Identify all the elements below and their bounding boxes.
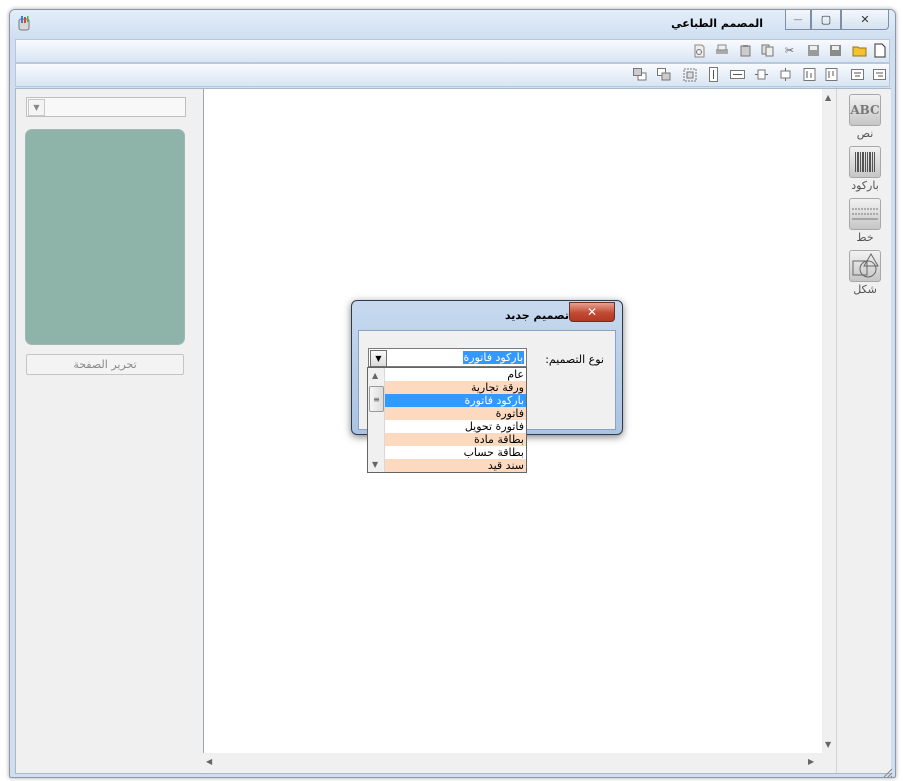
send-to-back-icon[interactable] bbox=[632, 67, 647, 82]
same-height-icon[interactable] bbox=[706, 67, 721, 82]
dialog-close-button[interactable]: ✕ bbox=[569, 302, 615, 322]
tool-line[interactable]: خط bbox=[843, 198, 887, 244]
design-type-label: نوع التصميم: bbox=[545, 353, 604, 366]
page-combo[interactable]: ▼ bbox=[26, 97, 186, 117]
toolbar-layout bbox=[15, 63, 890, 87]
align-center-icon[interactable] bbox=[850, 67, 865, 82]
restore-button[interactable]: ▢ bbox=[811, 10, 841, 30]
close-button[interactable]: ✕ bbox=[841, 10, 889, 30]
shape-icon bbox=[849, 250, 881, 282]
dropdown-scrollbar[interactable]: ▲ ≡ ▼ bbox=[368, 368, 385, 472]
chevron-down-icon[interactable]: ▼ bbox=[370, 350, 387, 367]
dropdown-option[interactable]: فاتورة تحويل bbox=[385, 420, 526, 433]
tool-barcode-label: باركود bbox=[851, 179, 879, 192]
dropdown-option[interactable]: فاتورة bbox=[385, 407, 526, 420]
title-bar: المصمم الطباعي — ▢ ✕ bbox=[10, 10, 895, 38]
tool-line-label: خط bbox=[856, 231, 874, 244]
open-folder-icon[interactable] bbox=[852, 43, 867, 58]
scroll-down-icon[interactable]: ▼ bbox=[372, 460, 378, 469]
tool-shape-label: شكل bbox=[853, 283, 877, 296]
scroll-thumb[interactable]: ≡ bbox=[369, 386, 384, 412]
restore-icon: ▢ bbox=[820, 13, 832, 26]
horizontal-scrollbar[interactable]: ◀ ▶ bbox=[203, 753, 836, 771]
left-panel: ▼ تحرير الصفحة bbox=[16, 89, 201, 773]
edit-page-button[interactable]: تحرير الصفحة bbox=[26, 354, 184, 375]
dropdown-option-selected[interactable]: باركود فاتورة bbox=[385, 394, 526, 407]
print-icon[interactable] bbox=[714, 43, 729, 58]
tool-text-label: نص bbox=[856, 127, 874, 140]
dialog-title: تصميم جديد bbox=[504, 309, 569, 322]
same-size-icon[interactable] bbox=[682, 67, 697, 82]
bring-to-front-icon[interactable] bbox=[656, 67, 671, 82]
same-width-icon[interactable] bbox=[730, 67, 745, 82]
dropdown-option[interactable]: عام bbox=[385, 368, 526, 381]
resize-grip-icon[interactable] bbox=[881, 763, 893, 777]
text-abc-glyph: ABC bbox=[850, 103, 880, 117]
scroll-up-icon[interactable]: ▲ bbox=[825, 93, 831, 102]
align-top-icon[interactable] bbox=[802, 67, 817, 82]
copy-icon[interactable] bbox=[760, 43, 775, 58]
tools-panel: ABC نص باركود خط شكل bbox=[836, 89, 891, 773]
dropdown-items: عام ورقة تجارية باركود فاتورة فاتورة فات… bbox=[385, 368, 526, 472]
line-icon bbox=[849, 198, 881, 230]
minimize-icon: — bbox=[793, 14, 803, 25]
dropdown-option[interactable]: ورقة تجارية bbox=[385, 381, 526, 394]
save-as-icon[interactable] bbox=[806, 43, 821, 58]
tool-barcode[interactable]: باركود bbox=[843, 146, 887, 192]
vertical-scrollbar[interactable]: ▲ ▼ bbox=[822, 89, 836, 753]
print-preview-icon[interactable] bbox=[692, 43, 707, 58]
scroll-down-icon[interactable]: ▼ bbox=[825, 740, 831, 749]
chevron-down-icon[interactable]: ▼ bbox=[28, 99, 45, 116]
app-icon[interactable] bbox=[16, 15, 32, 31]
design-type-value: باركود فاتورة bbox=[462, 351, 524, 364]
align-left-icon[interactable] bbox=[824, 67, 839, 82]
toolbar-file: ✂ bbox=[15, 39, 890, 63]
dialog-close-icon: ✕ bbox=[586, 305, 598, 319]
barcode-icon bbox=[849, 146, 881, 178]
cut-icon[interactable]: ✂ bbox=[782, 43, 797, 58]
new-file-icon[interactable] bbox=[872, 43, 887, 58]
tool-text[interactable]: ABC نص bbox=[843, 94, 887, 140]
scroll-left-icon[interactable]: ◀ bbox=[206, 757, 212, 766]
save-icon[interactable] bbox=[828, 43, 843, 58]
design-type-dropdown[interactable]: ▲ ≡ ▼ عام ورقة تجارية باركود فاتورة فاتو… bbox=[367, 367, 527, 473]
text-abc-icon: ABC bbox=[849, 94, 881, 126]
scroll-right-icon[interactable]: ▶ bbox=[808, 757, 814, 766]
design-type-combo[interactable]: ▼ باركود فاتورة bbox=[368, 348, 527, 367]
dropdown-option[interactable]: بطاقة مادة bbox=[385, 433, 526, 446]
close-icon: ✕ bbox=[860, 13, 870, 26]
dropdown-option[interactable]: سند قيد bbox=[385, 459, 526, 472]
page-preview bbox=[25, 129, 185, 345]
window-title: المصمم الطباعي bbox=[671, 17, 763, 30]
minimize-button[interactable]: — bbox=[785, 10, 811, 30]
scroll-up-icon[interactable]: ▲ bbox=[372, 371, 378, 380]
center-vertical-icon[interactable] bbox=[754, 67, 769, 82]
tool-shape[interactable]: شكل bbox=[843, 250, 887, 296]
paste-icon[interactable] bbox=[738, 43, 753, 58]
dropdown-option[interactable]: بطاقة حساب bbox=[385, 446, 526, 459]
center-horizontal-icon[interactable] bbox=[778, 67, 793, 82]
align-right-icon[interactable] bbox=[872, 67, 887, 82]
